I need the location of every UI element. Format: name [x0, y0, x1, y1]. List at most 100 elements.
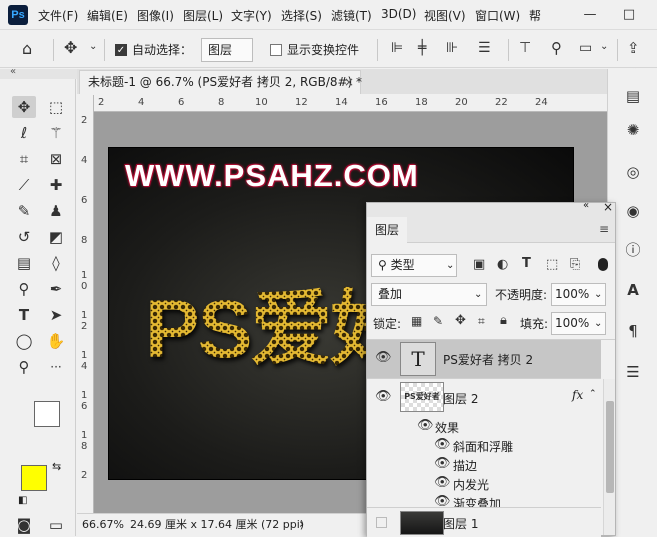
- close-tab-icon[interactable]: ×: [344, 71, 354, 93]
- background-color-swatch[interactable]: [34, 401, 60, 427]
- search-icon[interactable]: ⚲: [551, 39, 562, 57]
- filter-shape-icon[interactable]: ⬚: [546, 257, 558, 272]
- stamp-tool-icon[interactable]: ♟: [44, 200, 68, 222]
- layer-name[interactable]: 图层 1: [443, 515, 478, 532]
- collapse-icon[interactable]: «: [583, 200, 589, 211]
- dodge-tool-icon[interactable]: ⚲: [12, 278, 36, 300]
- filter-adjustment-icon[interactable]: ◐: [497, 257, 508, 272]
- lock-all-icon[interactable]: 🔒︎: [500, 313, 507, 328]
- auto-select-checkbox[interactable]: ✓: [115, 44, 127, 56]
- character-icon[interactable]: ◎: [620, 161, 646, 183]
- eraser-tool-icon[interactable]: ◩: [44, 226, 68, 248]
- filter-smart-object-icon[interactable]: ⎘: [570, 257, 580, 272]
- menu-file[interactable]: 文件(F): [38, 7, 78, 24]
- filter-pixel-icon[interactable]: ▣: [473, 257, 485, 272]
- paragraph-icon[interactable]: ¶: [620, 320, 646, 342]
- lock-position-icon[interactable]: ✥: [455, 313, 466, 328]
- pen-tool-icon[interactable]: ✒: [44, 278, 68, 300]
- path-selection-tool-icon[interactable]: ➤: [44, 304, 68, 326]
- auto-select-target-dropdown[interactable]: 图层: [201, 38, 253, 62]
- visibility-eye-icon[interactable]: 👁︎: [434, 437, 451, 452]
- maximize-button[interactable]: □: [614, 0, 644, 30]
- ruler-vertical[interactable]: 2 4 6 8 1 0 1 2 1 4 1 6 1 8 2: [77, 95, 94, 513]
- status-menu-arrow[interactable]: ›: [299, 514, 304, 535]
- workspace-icon[interactable]: ▭: [579, 40, 592, 56]
- blur-tool-icon[interactable]: ◊: [44, 252, 68, 274]
- menu-3d[interactable]: 3D(D): [381, 7, 416, 21]
- visibility-eye-icon[interactable]: 👁︎: [375, 389, 392, 404]
- layer-name[interactable]: PS爱好者 拷贝 2: [443, 351, 533, 368]
- screen-mode-icon[interactable]: ▭: [44, 514, 68, 536]
- lock-transparent-icon[interactable]: ▦: [411, 314, 422, 328]
- menu-view[interactable]: 视图(V): [424, 7, 466, 24]
- align-right-icon[interactable]: ⊪: [446, 40, 458, 56]
- transform-controls-checkbox[interactable]: [270, 44, 282, 56]
- chevron-up-icon[interactable]: ⌃: [589, 389, 597, 399]
- distribute-icon[interactable]: ☰: [478, 40, 491, 56]
- collapse-icon[interactable]: «: [10, 66, 16, 77]
- lasso-tool-icon[interactable]: ℓ: [12, 122, 36, 144]
- align-top-icon[interactable]: ⊤: [519, 40, 531, 56]
- history-icon[interactable]: ▤: [620, 85, 646, 107]
- layer-filter-dropdown[interactable]: ⚲ 类型 ⌄: [371, 254, 457, 277]
- visibility-eye-icon[interactable]: 👁︎: [434, 475, 451, 490]
- menu-edit[interactable]: 编辑(E): [87, 7, 128, 24]
- adjustments-icon[interactable]: ◉: [620, 200, 646, 222]
- ruler-horizontal[interactable]: 2 4 6 8 10 12 14 16 18 20 22 24: [94, 95, 607, 112]
- visibility-eye-icon[interactable]: 👁︎: [417, 418, 434, 433]
- gradient-tool-icon[interactable]: ▤: [12, 252, 36, 274]
- type-icon[interactable]: A: [620, 279, 646, 301]
- align-left-icon[interactable]: ⊫: [391, 40, 403, 56]
- menu-layer[interactable]: 图层(L): [183, 7, 223, 24]
- menu-image[interactable]: 图像(I): [137, 7, 174, 24]
- magic-wand-tool-icon[interactable]: ⚚: [44, 122, 68, 144]
- move-tool-icon[interactable]: ✥: [12, 96, 36, 118]
- close-icon[interactable]: ×: [603, 200, 613, 214]
- fill-input[interactable]: 100% ⌄: [551, 312, 606, 335]
- hand-tool-icon[interactable]: ✋: [44, 330, 68, 352]
- align-center-icon[interactable]: ╪: [418, 40, 426, 56]
- history-brush-tool-icon[interactable]: ↺: [12, 226, 36, 248]
- opacity-input[interactable]: 100% ⌄: [551, 283, 606, 306]
- marquee-tool-icon[interactable]: ⬚: [44, 96, 68, 118]
- scrollbar-thumb[interactable]: [606, 401, 614, 493]
- brush-settings-icon[interactable]: ✺: [620, 119, 646, 141]
- effect-item[interactable]: 描边: [453, 457, 477, 474]
- tab-layers[interactable]: 图层: [367, 217, 407, 243]
- eyedropper-tool-icon[interactable]: ⟋: [12, 174, 36, 196]
- effect-item[interactable]: 内发光: [453, 476, 489, 493]
- info-icon[interactable]: ⓘ: [620, 239, 646, 261]
- menu-filter[interactable]: 滤镜(T): [331, 7, 372, 24]
- menu-type[interactable]: 文字(Y): [231, 7, 272, 24]
- effect-item[interactable]: 斜面和浮雕: [453, 438, 513, 455]
- chevron-down-icon[interactable]: ⌄: [89, 41, 97, 52]
- panel-menu-icon[interactable]: ≡: [599, 222, 609, 236]
- brush-tool-icon[interactable]: ✎: [12, 200, 36, 222]
- move-tool-icon[interactable]: ✥: [64, 38, 77, 57]
- chevron-down-icon[interactable]: ⌄: [600, 41, 608, 52]
- menu-window[interactable]: 窗口(W): [475, 7, 520, 24]
- lock-artboard-icon[interactable]: ⌗: [478, 314, 485, 329]
- visibility-toggle-off[interactable]: [376, 517, 387, 528]
- zoom-tool-icon[interactable]: ⚲: [12, 356, 36, 378]
- quick-mask-icon[interactable]: ◙: [12, 514, 36, 536]
- default-colors-icon[interactable]: ◧: [18, 495, 27, 506]
- filter-toggle[interactable]: [598, 258, 608, 271]
- swap-colors-icon[interactable]: ⇆: [52, 460, 61, 473]
- document-tab[interactable]: 未标题-1 @ 66.7% (PS爱好者 拷贝 2, RGB/8#) * ×: [79, 70, 362, 94]
- menu-help[interactable]: 帮: [529, 7, 541, 24]
- healing-brush-tool-icon[interactable]: ✚: [44, 174, 68, 196]
- menu-select[interactable]: 选择(S): [281, 7, 322, 24]
- frame-tool-icon[interactable]: ⊠: [44, 148, 68, 170]
- layer-row[interactable]: 👁︎ T PS爱好者 拷贝 2: [367, 340, 601, 378]
- home-icon[interactable]: ⌂: [22, 39, 32, 58]
- layer-row[interactable]: 👁︎ PS爱好者 图层 2 fx ⌃: [367, 379, 601, 417]
- shape-tool-icon[interactable]: ◯: [12, 330, 36, 352]
- layer-row[interactable]: 图层 1: [367, 508, 601, 537]
- layers-scrollbar[interactable]: [603, 379, 615, 535]
- styles-icon[interactable]: ☰: [620, 361, 646, 383]
- crop-tool-icon[interactable]: ⌗: [12, 148, 36, 170]
- fx-icon[interactable]: fx: [572, 388, 583, 402]
- lock-image-icon[interactable]: ✎: [433, 314, 443, 328]
- blend-mode-dropdown[interactable]: 叠加 ⌄: [371, 283, 487, 306]
